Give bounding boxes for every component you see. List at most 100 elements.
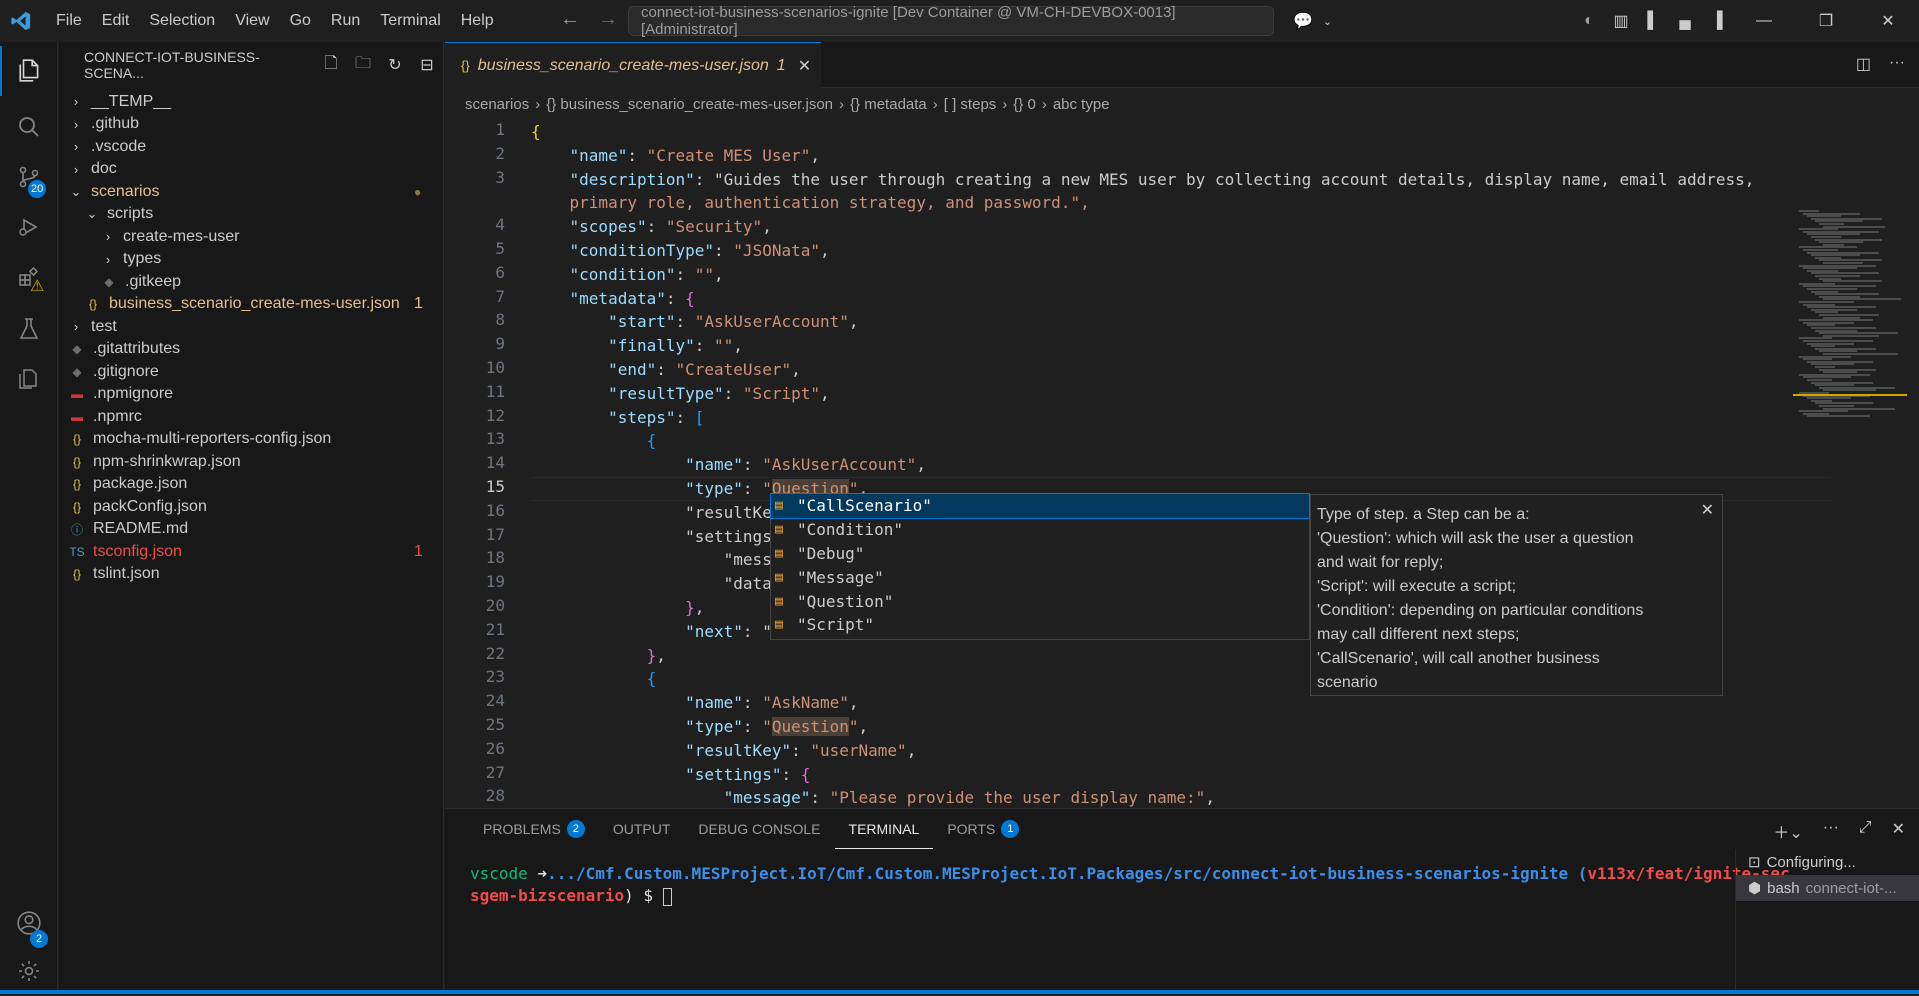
breadcrumb-item[interactable]: {} 0 — [1013, 96, 1036, 113]
modified-dot-icon: ● — [414, 184, 422, 199]
line-number: 9 — [495, 334, 505, 354]
suggestion-item[interactable]: ▤ "Debug" — [771, 542, 1309, 566]
toggle-primary-sidebar-icon[interactable]: ▌ — [1637, 12, 1669, 30]
accounts-icon[interactable]: 2 — [0, 898, 58, 948]
restore-icon[interactable]: ❐ — [1795, 11, 1857, 31]
new-terminal-icon[interactable]: ＋⌄ — [1773, 819, 1802, 843]
tab-ports[interactable]: PORTS 1 — [933, 809, 1033, 849]
code-line[interactable]: }, — [531, 596, 704, 620]
code-line[interactable]: "resultType": "Script", — [531, 382, 830, 406]
menu-item-run[interactable]: Run — [321, 0, 370, 42]
code-line[interactable]: "resultKey": "userName", — [531, 739, 916, 763]
code-line[interactable]: "metadata": { — [531, 287, 695, 311]
tab-terminal[interactable]: TERMINAL — [834, 809, 934, 849]
code-line[interactable]: "condition": "", — [531, 263, 724, 287]
run-debug-icon[interactable] — [0, 202, 58, 252]
code-line[interactable]: "type": "Question", — [531, 715, 868, 739]
testing-icon[interactable] — [0, 304, 58, 354]
code-line[interactable]: "start": "AskUserAccount", — [531, 310, 858, 334]
menu-item-terminal[interactable]: Terminal — [370, 0, 450, 42]
extensions-icon[interactable]: ⚠ — [0, 252, 58, 302]
remote-explorer-icon[interactable] — [0, 354, 58, 404]
tab-debug-console[interactable]: DEBUG CONSOLE — [684, 809, 834, 849]
code-line[interactable]: { — [531, 667, 657, 691]
menu-item-edit[interactable]: Edit — [92, 0, 140, 42]
json-file-icon: {} — [72, 499, 81, 514]
code-line[interactable]: "settings": { — [531, 763, 810, 787]
code-line[interactable]: "conditionType": "JSONata", — [531, 239, 830, 263]
code-line[interactable]: "scopes": "Security", — [531, 215, 772, 239]
code-line[interactable]: "settings — [531, 525, 772, 549]
breadcrumb-item[interactable]: scenarios — [465, 96, 529, 113]
search-icon[interactable] — [0, 102, 58, 152]
code-line[interactable]: "name": "Create MES User", — [531, 144, 820, 168]
tab-problems[interactable]: PROBLEMS 2 — [469, 809, 599, 849]
minimize-icon[interactable]: — — [1733, 12, 1795, 30]
settings-gear-icon[interactable] — [0, 946, 58, 996]
chevron-down-icon[interactable]: ⌄ — [1323, 15, 1332, 28]
terminal-output[interactable]: vscode ➜.../Cmf.Custom.MESProject.IoT/Cm… — [470, 863, 1919, 907]
new-file-icon[interactable]: 🗋 — [315, 52, 347, 79]
split-editor-icon[interactable]: ◫ — [1856, 54, 1871, 74]
suggestion-item[interactable]: ▤ "Script" — [771, 613, 1309, 637]
close-panel-icon[interactable]: ✕ — [1892, 819, 1905, 843]
code-line[interactable]: "name": "AskUserAccount", — [531, 453, 926, 477]
breadcrumb-item[interactable]: {} business_scenario_create-mes-user.jso… — [546, 96, 833, 113]
terminal-list-item[interactable]: ⊡ Configuring... — [1736, 849, 1919, 875]
code-line[interactable]: }, — [531, 644, 666, 668]
menu-item-view[interactable]: View — [225, 0, 279, 42]
source-control-icon[interactable]: 20 — [0, 152, 58, 202]
code-editor[interactable]: 1 2 3 4 5 6 7 8 9 10 11 12 13 14 15 16 17 18 19 20 21 22 23 24 2… — [445, 120, 1919, 808]
breadcrumb-item[interactable]: {} metadata — [850, 96, 927, 113]
menu-item-selection[interactable]: Selection — [139, 0, 225, 42]
more-actions-icon[interactable]: ··· — [1889, 54, 1905, 74]
terminal-list-item[interactable]: ⬢ bash connect-iot-... — [1736, 875, 1919, 901]
suggestion-list[interactable]: ▤ "CallScenario" ▤ "Condition" ▤ "Debug" ▤ "Mes… — [770, 493, 1310, 640]
close-window-icon[interactable]: ✕ — [1857, 11, 1919, 31]
tree-item[interactable]: {} tslint.json — [59, 561, 444, 588]
code-line[interactable]: "end": "CreateUser", — [531, 358, 801, 382]
back-arrow-icon[interactable]: ← — [560, 8, 580, 31]
suggestion-item[interactable]: ▤ "CallScenario" — [770, 493, 1310, 519]
close-details-icon[interactable]: ✕ — [1701, 499, 1714, 523]
suggestion-item[interactable]: ▤ "Question" — [771, 589, 1309, 613]
menu-item-file[interactable]: File — [46, 0, 92, 42]
new-folder-icon[interactable]: 🗀 — [347, 52, 379, 79]
code-line[interactable]: "name": "AskName", — [531, 691, 858, 715]
toggle-panel-icon[interactable]: ▄ — [1669, 12, 1701, 30]
code-line[interactable]: "message": "Please provide the user disp… — [531, 786, 1215, 810]
explorer-icon[interactable] — [0, 46, 58, 96]
suggestion-item[interactable]: ▤ "Message" — [771, 565, 1309, 589]
customize-layout-icon[interactable]: ▥ — [1605, 11, 1637, 31]
menu-item-go[interactable]: Go — [280, 0, 321, 42]
collapse-all-icon[interactable]: ⊟ — [411, 55, 443, 75]
code-line[interactable]: "finally": "", — [531, 334, 743, 358]
accounts-half-icon[interactable]: ◐ — [1573, 12, 1605, 30]
more-icon[interactable]: ··· — [1823, 819, 1839, 843]
code-line[interactable]: primary role, authentication strategy, a… — [531, 191, 1090, 215]
maximize-panel-icon[interactable]: ⤢ — [1859, 819, 1872, 843]
tab-output[interactable]: OUTPUT — [599, 809, 685, 849]
code-line[interactable]: "description": "Guides the user through … — [531, 168, 1755, 192]
code-line[interactable]: "data — [531, 572, 772, 596]
command-center[interactable]: connect-iot-business-scenarios-ignite [D… — [628, 4, 1274, 38]
tab-business-scenario-json[interactable]: {} business_scenario_create-mes-user.jso… — [445, 42, 822, 88]
breadcrumb-item[interactable]: [ ] steps — [944, 96, 997, 113]
code-line[interactable]: { — [531, 429, 657, 453]
code-line[interactable]: "next": " — [531, 620, 772, 644]
breadcrumb-item[interactable]: abc type — [1053, 96, 1110, 113]
menu-item-help[interactable]: Help — [451, 0, 504, 42]
code-line[interactable]: { — [531, 120, 541, 144]
refresh-icon[interactable]: ↻ — [379, 55, 411, 75]
code-line[interactable]: "resultKe — [531, 501, 772, 525]
code-line[interactable]: "steps": [ — [531, 406, 704, 430]
close-tab-icon[interactable]: ✕ — [798, 56, 811, 76]
copilot-chat-icon[interactable]: 💬 — [1293, 11, 1313, 31]
forward-arrow-icon[interactable]: → — [598, 8, 618, 31]
minimap[interactable] — [1793, 198, 1907, 458]
toggle-secondary-sidebar-icon[interactable]: ▐ — [1701, 12, 1733, 30]
suggestion-item[interactable]: ▤ "Condition" — [771, 518, 1309, 542]
tree-item-label: tslint.json — [93, 565, 160, 582]
code-line[interactable]: "mess — [531, 548, 772, 572]
copilot-menu[interactable]: 💬 ⌄ — [1293, 6, 1351, 36]
